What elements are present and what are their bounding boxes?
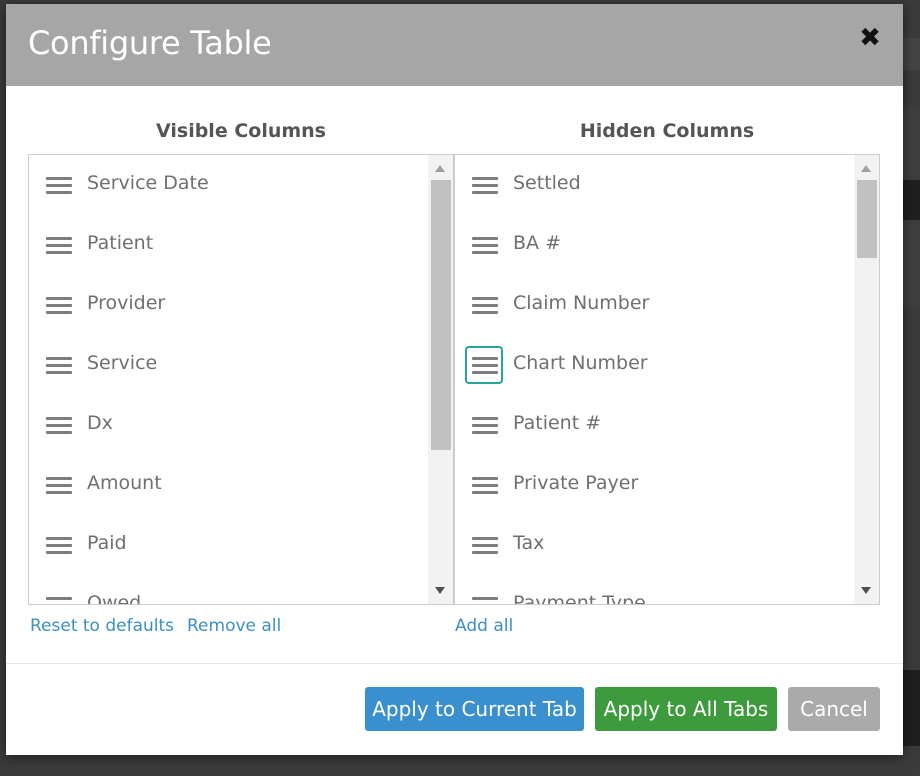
dialog-header: Configure Table ✖ bbox=[6, 4, 903, 86]
hidden-columns-heading: Hidden Columns bbox=[579, 120, 755, 142]
list-item[interactable]: Payment Type bbox=[455, 575, 855, 605]
scroll-thumb[interactable] bbox=[857, 180, 877, 258]
apply-to-current-tab-button[interactable]: Apply to Current Tab bbox=[365, 687, 584, 731]
background-page-strip bbox=[900, 670, 920, 746]
column-label: Service bbox=[87, 352, 158, 374]
column-label: BA # bbox=[513, 232, 561, 254]
remove-all-link[interactable]: Remove all bbox=[187, 616, 281, 636]
reset-to-defaults-link[interactable]: Reset to defaults bbox=[30, 616, 174, 636]
cancel-button[interactable]: Cancel bbox=[788, 687, 880, 731]
drag-handle-icon[interactable] bbox=[39, 406, 77, 444]
column-label: Private Payer bbox=[513, 472, 639, 494]
drag-handle-icon[interactable] bbox=[39, 286, 77, 324]
drag-handle-icon[interactable] bbox=[465, 466, 503, 504]
list-item[interactable]: Owed bbox=[29, 575, 429, 605]
column-label: Patient bbox=[87, 232, 154, 254]
list-item[interactable]: Private Payer bbox=[455, 455, 855, 515]
drag-handle-icon[interactable] bbox=[465, 166, 503, 204]
column-label: Tax bbox=[513, 532, 545, 554]
list-item[interactable]: Tax bbox=[455, 515, 855, 575]
drag-handle-icon[interactable] bbox=[465, 226, 503, 264]
dialog-title: Configure Table bbox=[28, 24, 272, 62]
column-label: Provider bbox=[87, 292, 166, 314]
list-item[interactable]: Claim Number bbox=[455, 275, 855, 335]
column-label: Patient # bbox=[513, 412, 602, 434]
drag-handle-icon[interactable] bbox=[39, 526, 77, 564]
visible-columns-heading: Visible Columns bbox=[156, 120, 326, 142]
background-page-strip bbox=[900, 38, 920, 70]
column-label: Service Date bbox=[87, 172, 209, 194]
column-label: Chart Number bbox=[513, 352, 648, 374]
scroll-down-arrow-icon[interactable] bbox=[435, 587, 445, 594]
column-label: Paid bbox=[87, 532, 127, 554]
list-item[interactable]: Amount bbox=[29, 455, 429, 515]
scroll-up-arrow-icon[interactable] bbox=[861, 165, 871, 172]
column-label: Settled bbox=[513, 172, 581, 194]
visible-columns-list[interactable]: Service Date Patient Provider Service Dx… bbox=[28, 154, 454, 605]
list-item[interactable]: Settled bbox=[455, 155, 855, 215]
list-item[interactable]: BA # bbox=[455, 215, 855, 275]
column-label: Dx bbox=[87, 412, 113, 434]
column-label: Payment Type bbox=[513, 592, 646, 605]
list-item[interactable]: Service Date bbox=[29, 155, 429, 215]
background-page-strip bbox=[900, 180, 920, 220]
drag-handle-icon[interactable] bbox=[465, 586, 503, 604]
drag-handle-icon[interactable] bbox=[465, 406, 503, 444]
drag-handle-icon[interactable] bbox=[39, 226, 77, 264]
drag-handle-icon[interactable] bbox=[39, 586, 77, 604]
close-icon[interactable]: ✖ bbox=[856, 24, 884, 52]
drag-handle-icon[interactable] bbox=[465, 286, 503, 324]
list-item[interactable]: Paid bbox=[29, 515, 429, 575]
drag-handle-icon[interactable] bbox=[465, 346, 503, 384]
hidden-columns-list[interactable]: Settled BA # Claim Number Chart Number P… bbox=[454, 154, 880, 605]
column-label: Claim Number bbox=[513, 292, 650, 314]
scroll-up-arrow-icon[interactable] bbox=[435, 165, 445, 172]
list-item[interactable]: Provider bbox=[29, 275, 429, 335]
apply-to-all-tabs-button[interactable]: Apply to All Tabs bbox=[595, 687, 777, 731]
list-item[interactable]: Patient bbox=[29, 215, 429, 275]
configure-table-dialog: Configure Table ✖ Visible Columns Hidden… bbox=[6, 4, 903, 755]
drag-handle-icon[interactable] bbox=[465, 526, 503, 564]
list-item[interactable]: Patient # bbox=[455, 395, 855, 455]
drag-handle-icon[interactable] bbox=[39, 346, 77, 384]
column-label: Owed bbox=[87, 592, 142, 605]
scroll-down-arrow-icon[interactable] bbox=[861, 587, 871, 594]
footer-divider bbox=[6, 663, 903, 664]
hidden-list-scrollbar[interactable] bbox=[854, 155, 879, 604]
drag-handle-icon[interactable] bbox=[39, 166, 77, 204]
scroll-thumb[interactable] bbox=[431, 180, 451, 450]
list-item[interactable]: Service bbox=[29, 335, 429, 395]
drag-handle-icon[interactable] bbox=[39, 466, 77, 504]
list-item[interactable]: Chart Number bbox=[455, 335, 855, 395]
list-item[interactable]: Dx bbox=[29, 395, 429, 455]
visible-list-scrollbar[interactable] bbox=[428, 155, 453, 604]
column-label: Amount bbox=[87, 472, 162, 494]
add-all-link[interactable]: Add all bbox=[455, 616, 513, 636]
